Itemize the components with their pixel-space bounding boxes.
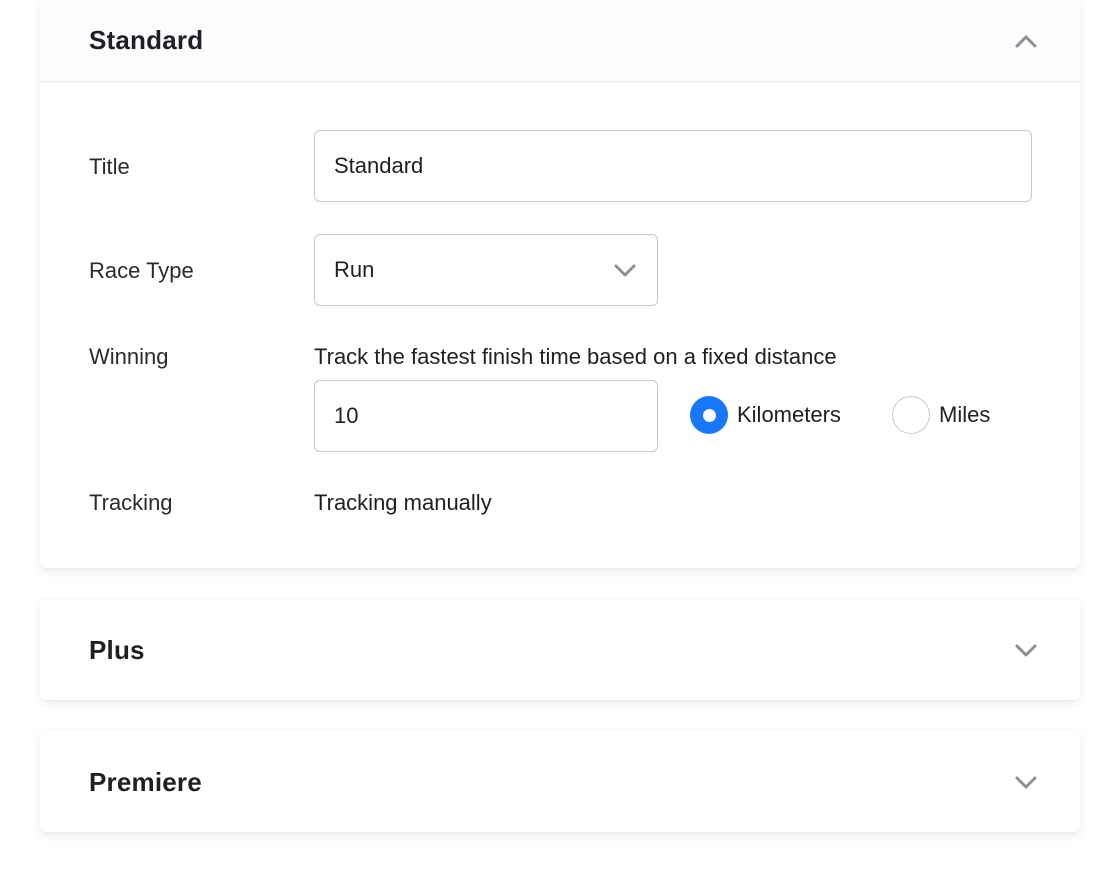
chevron-down-icon[interactable]: [1012, 636, 1040, 664]
section-standard: Standard Title Race Type Run Winning Tra…: [40, 0, 1080, 568]
section-title: Standard: [89, 25, 204, 55]
unit-radio-kilometers[interactable]: Kilometers: [690, 396, 841, 434]
title-input[interactable]: [314, 130, 1032, 202]
race-type-select[interactable]: Run: [314, 234, 658, 306]
chevron-down-icon: [611, 256, 639, 284]
chevron-up-icon[interactable]: [1012, 27, 1040, 55]
unit-radio-miles[interactable]: Miles: [892, 396, 990, 434]
section-standard-header[interactable]: Standard: [40, 0, 1080, 82]
tracking-label: Tracking: [89, 490, 173, 515]
title-label: Title: [89, 154, 130, 179]
unit-label-kilometers: Kilometers: [737, 402, 841, 427]
section-title: Premiere: [89, 766, 202, 797]
race-type-label: Race Type: [89, 258, 194, 283]
radio-unchecked-icon[interactable]: [892, 396, 930, 434]
radio-checked-icon[interactable]: [690, 396, 728, 434]
section-plus-header[interactable]: Plus: [40, 600, 1080, 700]
chevron-down-icon[interactable]: [1012, 768, 1040, 796]
section-premiere-header[interactable]: Premiere: [40, 732, 1080, 832]
winning-help-text: Track the fastest finish time based on a…: [314, 344, 837, 369]
tracking-value: Tracking manually: [314, 490, 492, 515]
section-premiere: Premiere: [40, 732, 1080, 832]
winning-label: Winning: [89, 344, 169, 369]
unit-label-miles: Miles: [939, 402, 991, 427]
race-type-value: Run: [334, 257, 375, 282]
section-plus: Plus: [40, 600, 1080, 700]
distance-input[interactable]: [314, 380, 658, 452]
section-title: Plus: [89, 634, 145, 665]
